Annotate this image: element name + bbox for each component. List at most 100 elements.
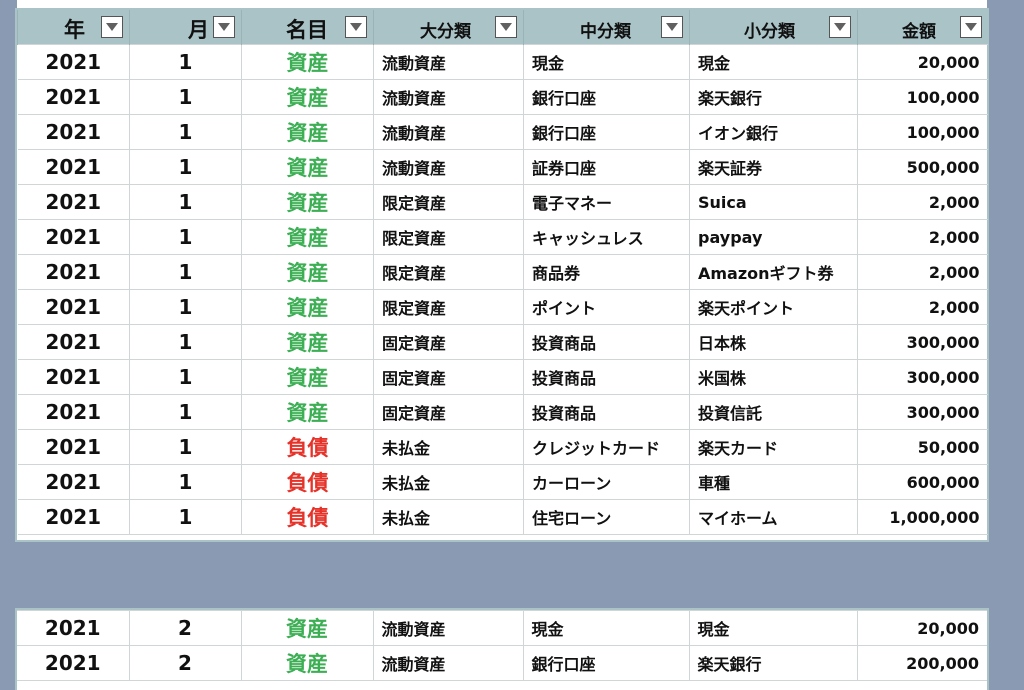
filter-amount-button[interactable] [959, 16, 982, 38]
cell-amount[interactable]: 500,000 [857, 149, 988, 185]
cell-middle-category[interactable]: キャッシュレス [523, 219, 690, 255]
cell-year[interactable]: 2021 [17, 254, 130, 290]
cell-middle-category[interactable]: 電子マネー [523, 184, 690, 220]
filter-middle-button[interactable] [661, 16, 683, 38]
cell-minor-category[interactable]: マイホーム [689, 499, 858, 535]
cell-amount[interactable]: 300,000 [857, 324, 988, 360]
cell-amount[interactable]: 2,000 [857, 184, 988, 220]
filter-year-button[interactable] [101, 16, 123, 38]
cell-name[interactable]: 資産 [240, 610, 374, 646]
cell-amount[interactable]: 300,000 [857, 394, 988, 430]
cell-name[interactable]: 負債 [241, 429, 374, 465]
cell-name[interactable]: 負債 [241, 499, 374, 535]
cell-minor-category[interactable]: 現金 [689, 44, 858, 80]
cell-month[interactable]: 1 [129, 44, 242, 80]
cell-month[interactable]: 1 [129, 114, 242, 150]
cell-minor-category[interactable]: 楽天ポイント [689, 289, 858, 325]
cell-month[interactable]: 1 [129, 324, 242, 360]
cell-minor-category[interactable]: 車種 [689, 464, 858, 500]
cell-month[interactable]: 1 [129, 464, 242, 500]
cell-year[interactable]: 2021 [17, 289, 130, 325]
cell-amount[interactable]: 2,000 [857, 254, 988, 290]
cell-middle-category[interactable]: ポイント [523, 289, 690, 325]
cell-minor-category[interactable]: Amazonギフト券 [689, 254, 858, 290]
cell-major-category[interactable]: 流動資産 [373, 114, 524, 150]
cell-year[interactable]: 2021 [17, 464, 130, 500]
cell-month[interactable]: 1 [129, 289, 242, 325]
cell-year[interactable]: 2021 [17, 44, 130, 80]
cell-major-category[interactable]: 限定資産 [373, 289, 524, 325]
cell-middle-category[interactable]: 投資商品 [523, 324, 690, 360]
cell-major-category[interactable]: 固定資産 [373, 394, 524, 430]
cell-year[interactable]: 2021 [17, 114, 130, 150]
cell-name[interactable]: 資産 [241, 44, 374, 80]
cell-year[interactable]: 2021 [17, 79, 130, 115]
cell-middle-category[interactable]: 銀行口座 [523, 114, 690, 150]
cell-major-category[interactable]: 流動資産 [372, 610, 524, 646]
filter-minor-button[interactable] [829, 16, 851, 38]
cell-name[interactable]: 資産 [241, 289, 374, 325]
cell-major-category[interactable]: 固定資産 [373, 359, 524, 395]
cell-major-category[interactable]: 流動資産 [373, 44, 524, 80]
cell-month[interactable]: 1 [129, 149, 242, 185]
cell-amount[interactable]: 2,000 [857, 219, 988, 255]
cell-middle-category[interactable]: 銀行口座 [523, 79, 690, 115]
cell-name[interactable]: 資産 [241, 149, 374, 185]
cell-month[interactable]: 2 [128, 610, 242, 646]
cell-name[interactable]: 資産 [241, 184, 374, 220]
cell-name[interactable]: 資産 [240, 645, 374, 681]
cell-year[interactable]: 2021 [17, 184, 130, 220]
cell-name[interactable]: 資産 [241, 219, 374, 255]
cell-amount[interactable]: 100,000 [857, 79, 988, 115]
cell-amount[interactable]: 20,000 [856, 610, 987, 646]
cell-major-category[interactable]: 未払金 [373, 499, 524, 535]
cell-minor-category[interactable]: 楽天銀行 [688, 645, 858, 681]
cell-middle-category[interactable]: カーローン [523, 464, 690, 500]
cell-minor-category[interactable]: 投資信託 [689, 394, 858, 430]
cell-minor-category[interactable]: 現金 [688, 610, 858, 646]
cell-month[interactable]: 1 [129, 394, 242, 430]
cell-minor-category[interactable]: イオン銀行 [689, 114, 858, 150]
cell-amount[interactable]: 1,000,000 [857, 499, 988, 535]
cell-month[interactable]: 1 [129, 184, 242, 220]
cell-minor-category[interactable]: Suica [689, 184, 858, 220]
cell-year[interactable]: 2021 [17, 149, 130, 185]
cell-amount[interactable]: 100,000 [857, 114, 988, 150]
filter-month-button[interactable] [213, 16, 235, 38]
cell-middle-category[interactable]: 住宅ローン [523, 499, 690, 535]
filter-name-button[interactable] [345, 16, 367, 38]
cell-year[interactable]: 2021 [17, 499, 130, 535]
cell-name[interactable]: 資産 [241, 114, 374, 150]
cell-major-category[interactable]: 未払金 [373, 429, 524, 465]
cell-middle-category[interactable]: 現金 [522, 610, 690, 646]
cell-middle-category[interactable]: 商品券 [523, 254, 690, 290]
cell-amount[interactable]: 600,000 [857, 464, 988, 500]
cell-name[interactable]: 資産 [241, 254, 374, 290]
cell-minor-category[interactable]: 楽天銀行 [689, 79, 858, 115]
cell-major-category[interactable]: 限定資産 [373, 254, 524, 290]
cell-name[interactable]: 資産 [241, 359, 374, 395]
cell-year[interactable]: 2021 [17, 429, 130, 465]
cell-year[interactable]: 2021 [17, 394, 130, 430]
cell-amount[interactable]: 2,000 [857, 289, 988, 325]
cell-month[interactable]: 1 [129, 254, 242, 290]
cell-month[interactable]: 1 [129, 219, 242, 255]
cell-year[interactable]: 2021 [17, 219, 130, 255]
cell-amount[interactable]: 300,000 [857, 359, 988, 395]
cell-major-category[interactable]: 未払金 [373, 464, 524, 500]
cell-month[interactable]: 1 [129, 429, 242, 465]
cell-year[interactable]: 2021 [17, 645, 130, 681]
cell-amount[interactable]: 50,000 [857, 429, 988, 465]
cell-major-category[interactable]: 流動資産 [373, 79, 524, 115]
cell-year[interactable]: 2021 [17, 359, 130, 395]
cell-name[interactable]: 負債 [241, 464, 374, 500]
cell-year[interactable]: 2021 [17, 610, 130, 646]
cell-middle-category[interactable]: クレジットカード [523, 429, 690, 465]
cell-major-category[interactable]: 流動資産 [372, 645, 524, 681]
cell-minor-category[interactable]: 米国株 [689, 359, 858, 395]
cell-minor-category[interactable]: 楽天カード [689, 429, 858, 465]
cell-name[interactable]: 資産 [241, 394, 374, 430]
cell-amount[interactable]: 200,000 [856, 645, 987, 681]
cell-major-category[interactable]: 限定資産 [373, 184, 524, 220]
cell-middle-category[interactable]: 投資商品 [523, 359, 690, 395]
